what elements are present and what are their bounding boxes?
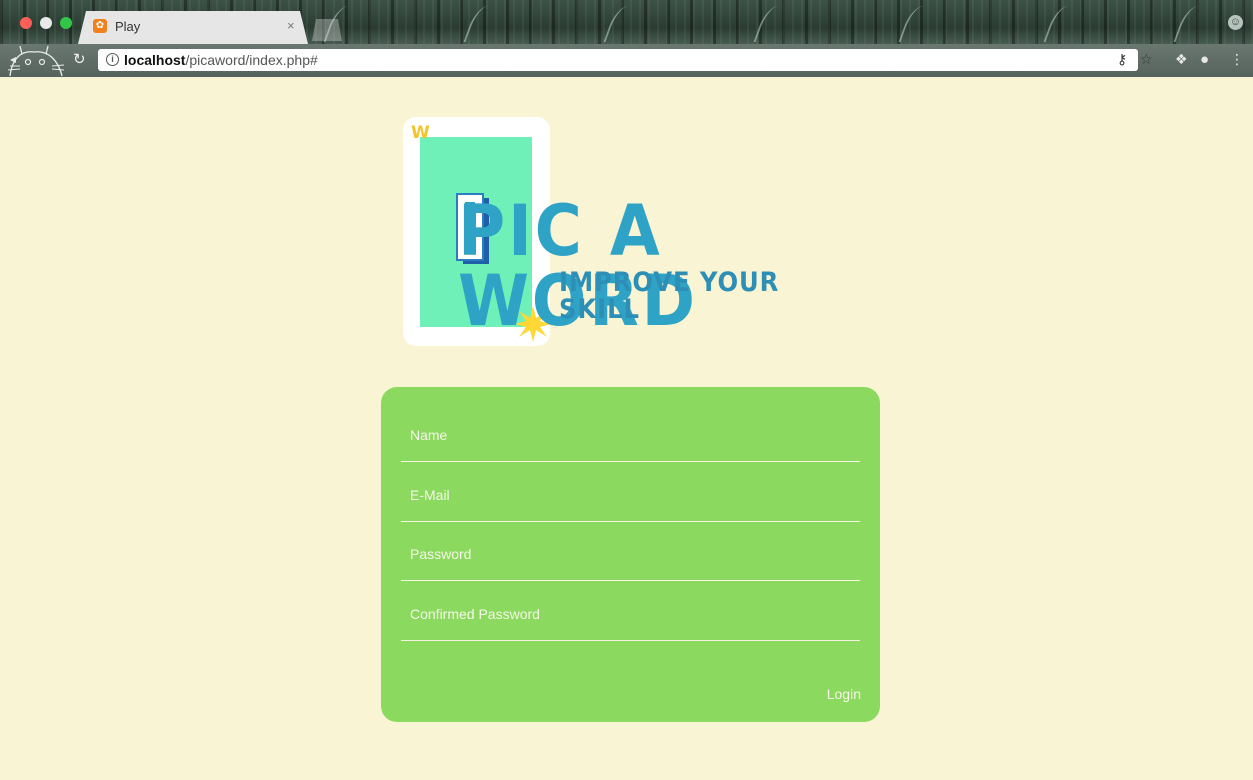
url-text[interactable]: localhost/picaword/index.php# — [124, 52, 318, 68]
new-tab-button[interactable] — [312, 19, 342, 41]
email-field-row — [401, 473, 860, 522]
confirm-password-field-row — [401, 592, 860, 641]
minimize-window-button[interactable] — [40, 17, 52, 29]
xampp-icon: ✿ — [93, 19, 107, 33]
tab-close-icon[interactable]: × — [287, 18, 295, 33]
card-letter: W — [411, 123, 430, 143]
dropbox-icon[interactable]: ❖ — [1175, 51, 1188, 68]
signup-form: Login — [381, 387, 880, 722]
password-field-row — [401, 532, 860, 581]
tab-play[interactable] — [78, 11, 308, 44]
key-icon[interactable]: ⚷ — [1117, 51, 1127, 68]
profile-icon[interactable]: ☺ — [1228, 15, 1243, 30]
maximize-window-button[interactable] — [60, 17, 72, 29]
browser-chrome: ✿ Play × ☺ ↻ i localhost/picaword/index.… — [0, 0, 1253, 77]
name-field-row — [401, 413, 860, 462]
reload-icon[interactable]: ↻ — [73, 50, 86, 68]
logo: W PIC A WORD IMPROVE YOUR SKILL — [402, 116, 857, 348]
star-icon[interactable]: ☆ — [1140, 51, 1153, 68]
confirm-password-input[interactable] — [410, 602, 850, 626]
logo-tagline: IMPROVE YOUR SKILL — [559, 267, 780, 325]
tab-title: Play — [115, 19, 141, 34]
totoro-icon — [7, 46, 65, 77]
password-input[interactable] — [410, 542, 850, 566]
info-icon[interactable]: i — [106, 53, 119, 66]
extension-icon[interactable]: ● — [1200, 51, 1209, 68]
close-window-button[interactable] — [20, 17, 32, 29]
email-input[interactable] — [410, 483, 850, 507]
menu-icon[interactable]: ⋮ — [1230, 51, 1244, 68]
login-button[interactable]: Login — [827, 686, 861, 702]
name-input[interactable] — [410, 423, 850, 447]
